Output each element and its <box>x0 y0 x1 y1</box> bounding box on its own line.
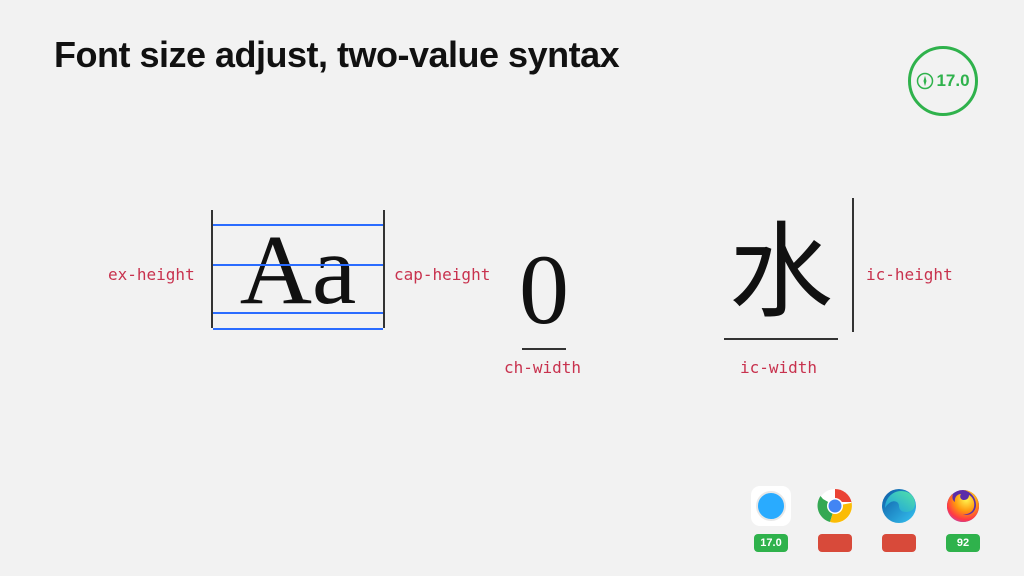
zero-glyph-box: 0 <box>504 200 584 340</box>
cap-line <box>213 224 383 226</box>
left-guide <box>211 210 213 328</box>
safari-version-chip: 17.0 <box>754 534 788 552</box>
ic-width-label: ic-width <box>740 358 817 377</box>
cjk-glyph: 水 <box>729 222 833 326</box>
descender-line <box>213 328 383 330</box>
aa-glyph-box: Aa <box>213 210 383 320</box>
ch-width-label: ch-width <box>504 358 581 377</box>
browser-firefox: 92 <box>942 486 984 552</box>
edge-icon <box>879 486 919 526</box>
ch-width-guide <box>522 348 566 350</box>
firefox-version-chip: 92 <box>946 534 980 552</box>
ic-height-label: ic-height <box>866 265 953 284</box>
browser-support-row: 17.0 <box>750 486 984 552</box>
aa-glyph: Aa <box>240 220 357 320</box>
browser-chrome <box>814 486 856 552</box>
zero-glyph: 0 <box>519 240 569 340</box>
right-guide <box>383 210 385 328</box>
ic-height-guide <box>852 198 854 332</box>
chrome-icon <box>815 486 855 526</box>
browser-safari: 17.0 <box>750 486 792 552</box>
edge-version-chip <box>882 534 916 552</box>
slide-title: Font size adjust, two-value syntax <box>54 34 619 76</box>
firefox-icon <box>943 486 983 526</box>
compass-icon <box>916 72 934 90</box>
chrome-version-chip <box>818 534 852 552</box>
version-text: 17.0 <box>936 71 969 91</box>
version-badge: 17.0 <box>908 46 978 116</box>
safari-icon <box>751 486 791 526</box>
ex-height-label: ex-height <box>108 265 195 284</box>
baseline <box>213 312 383 314</box>
cjk-glyph-box: 水 <box>716 204 846 326</box>
cap-height-label: cap-height <box>394 265 490 284</box>
x-line <box>213 264 383 266</box>
metrics-diagram: ex-height Aa cap-height 0 ch-width 水 ic-… <box>0 200 1024 400</box>
browser-edge <box>878 486 920 552</box>
ic-width-guide <box>724 338 838 340</box>
